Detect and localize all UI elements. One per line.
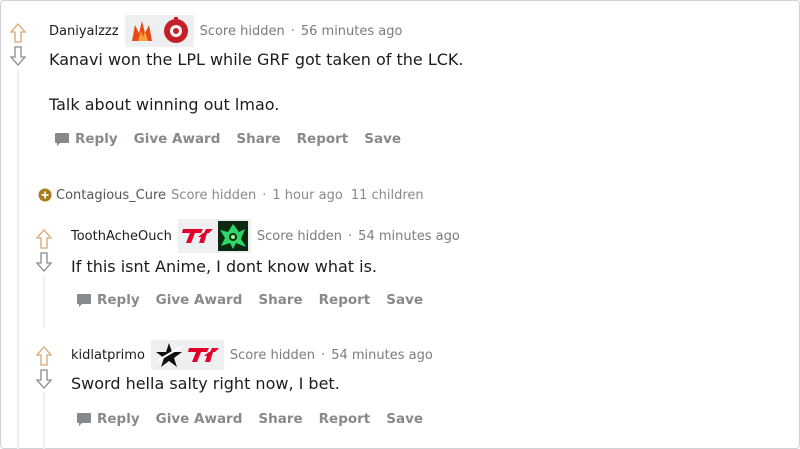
share-button[interactable]: Share bbox=[236, 131, 280, 147]
comment-actions: Reply Give Award Share Report Save bbox=[76, 411, 439, 427]
team-logo-icon bbox=[187, 348, 219, 362]
comment-body-line: Kanavi won the LPL while GRF got taken o… bbox=[49, 50, 464, 69]
share-button[interactable]: Share bbox=[258, 411, 302, 427]
comment-body-line: Sword hella salty right now, I bet. bbox=[71, 374, 340, 393]
report-button[interactable]: Report bbox=[319, 411, 371, 427]
separator: · bbox=[321, 347, 326, 363]
save-button[interactable]: Save bbox=[364, 131, 401, 147]
upvote-arrow-icon[interactable] bbox=[9, 22, 27, 44]
reply-button[interactable]: Reply bbox=[76, 292, 140, 308]
timestamp[interactable]: 56 minutes ago bbox=[301, 24, 403, 39]
thread-line[interactable] bbox=[43, 276, 45, 328]
thread-line[interactable] bbox=[17, 70, 19, 449]
separator: · bbox=[290, 23, 295, 39]
timestamp[interactable]: 1 hour ago bbox=[272, 188, 342, 203]
score-status: Score hidden bbox=[199, 23, 285, 39]
downvote-arrow-icon[interactable] bbox=[9, 45, 27, 67]
user-flair bbox=[124, 15, 194, 47]
report-button[interactable]: Report bbox=[297, 131, 349, 147]
user-flair bbox=[177, 219, 251, 253]
expand-icon[interactable] bbox=[38, 188, 52, 202]
user-flair bbox=[150, 340, 224, 370]
comment-actions: Reply Give Award Share Report Save bbox=[54, 131, 417, 147]
comment-meta: kidlatprimo Score hidden · 54 minutes ag… bbox=[71, 337, 433, 373]
upvote-arrow-icon[interactable] bbox=[35, 345, 53, 367]
give-award-button[interactable]: Give Award bbox=[134, 131, 221, 147]
separator: · bbox=[262, 187, 267, 203]
collapsed-comment[interactable]: Contagious_Cure Score hidden · 1 hour ag… bbox=[38, 185, 424, 205]
avatar bbox=[217, 221, 248, 251]
comment-body-line: Talk about winning out lmao. bbox=[49, 95, 280, 114]
chat-bubble-icon bbox=[55, 132, 69, 146]
vote-controls bbox=[35, 228, 53, 273]
reply-label: Reply bbox=[75, 131, 118, 147]
reply-label: Reply bbox=[97, 411, 140, 427]
save-button[interactable]: Save bbox=[386, 292, 423, 308]
username[interactable]: kidlatprimo bbox=[71, 348, 145, 363]
score-status: Score hidden bbox=[229, 347, 316, 363]
upvote-arrow-icon[interactable] bbox=[35, 228, 53, 250]
downvote-arrow-icon[interactable] bbox=[35, 251, 53, 273]
team-logo-icon bbox=[155, 343, 182, 367]
comment-meta: ToothAcheOuch Score hidden · 54 minutes … bbox=[71, 216, 460, 256]
score-status: Score hidden bbox=[171, 187, 257, 203]
comment-meta: Daniyalzzz Score hidden · 56 minutes ago bbox=[49, 14, 402, 48]
children-count[interactable]: 11 children bbox=[351, 188, 424, 203]
report-button[interactable]: Report bbox=[319, 292, 371, 308]
give-award-button[interactable]: Give Award bbox=[156, 292, 243, 308]
share-button[interactable]: Share bbox=[258, 292, 302, 308]
comment-body-line: If this isnt Anime, I dont know what is. bbox=[71, 257, 378, 276]
downvote-arrow-icon[interactable] bbox=[35, 368, 53, 390]
comment-actions: Reply Give Award Share Report Save bbox=[76, 292, 439, 308]
username[interactable]: Daniyalzzz bbox=[49, 24, 119, 39]
save-button[interactable]: Save bbox=[386, 411, 423, 427]
team-logo-icon bbox=[131, 21, 152, 41]
vote-controls bbox=[35, 345, 53, 390]
chat-bubble-icon bbox=[77, 293, 91, 307]
reply-button[interactable]: Reply bbox=[76, 411, 140, 427]
thread-line[interactable] bbox=[43, 393, 45, 449]
timestamp[interactable]: 54 minutes ago bbox=[331, 348, 433, 363]
vote-controls bbox=[9, 22, 27, 67]
separator: · bbox=[348, 228, 353, 244]
team-logo-icon bbox=[181, 229, 213, 243]
timestamp[interactable]: 54 minutes ago bbox=[358, 229, 460, 244]
username[interactable]: Contagious_Cure bbox=[56, 188, 166, 203]
reply-label: Reply bbox=[97, 292, 140, 308]
score-status: Score hidden bbox=[256, 228, 343, 244]
reply-button[interactable]: Reply bbox=[54, 131, 118, 147]
team-logo-icon bbox=[163, 17, 188, 43]
chat-bubble-icon bbox=[77, 412, 91, 426]
give-award-button[interactable]: Give Award bbox=[156, 411, 243, 427]
username[interactable]: ToothAcheOuch bbox=[71, 229, 172, 244]
